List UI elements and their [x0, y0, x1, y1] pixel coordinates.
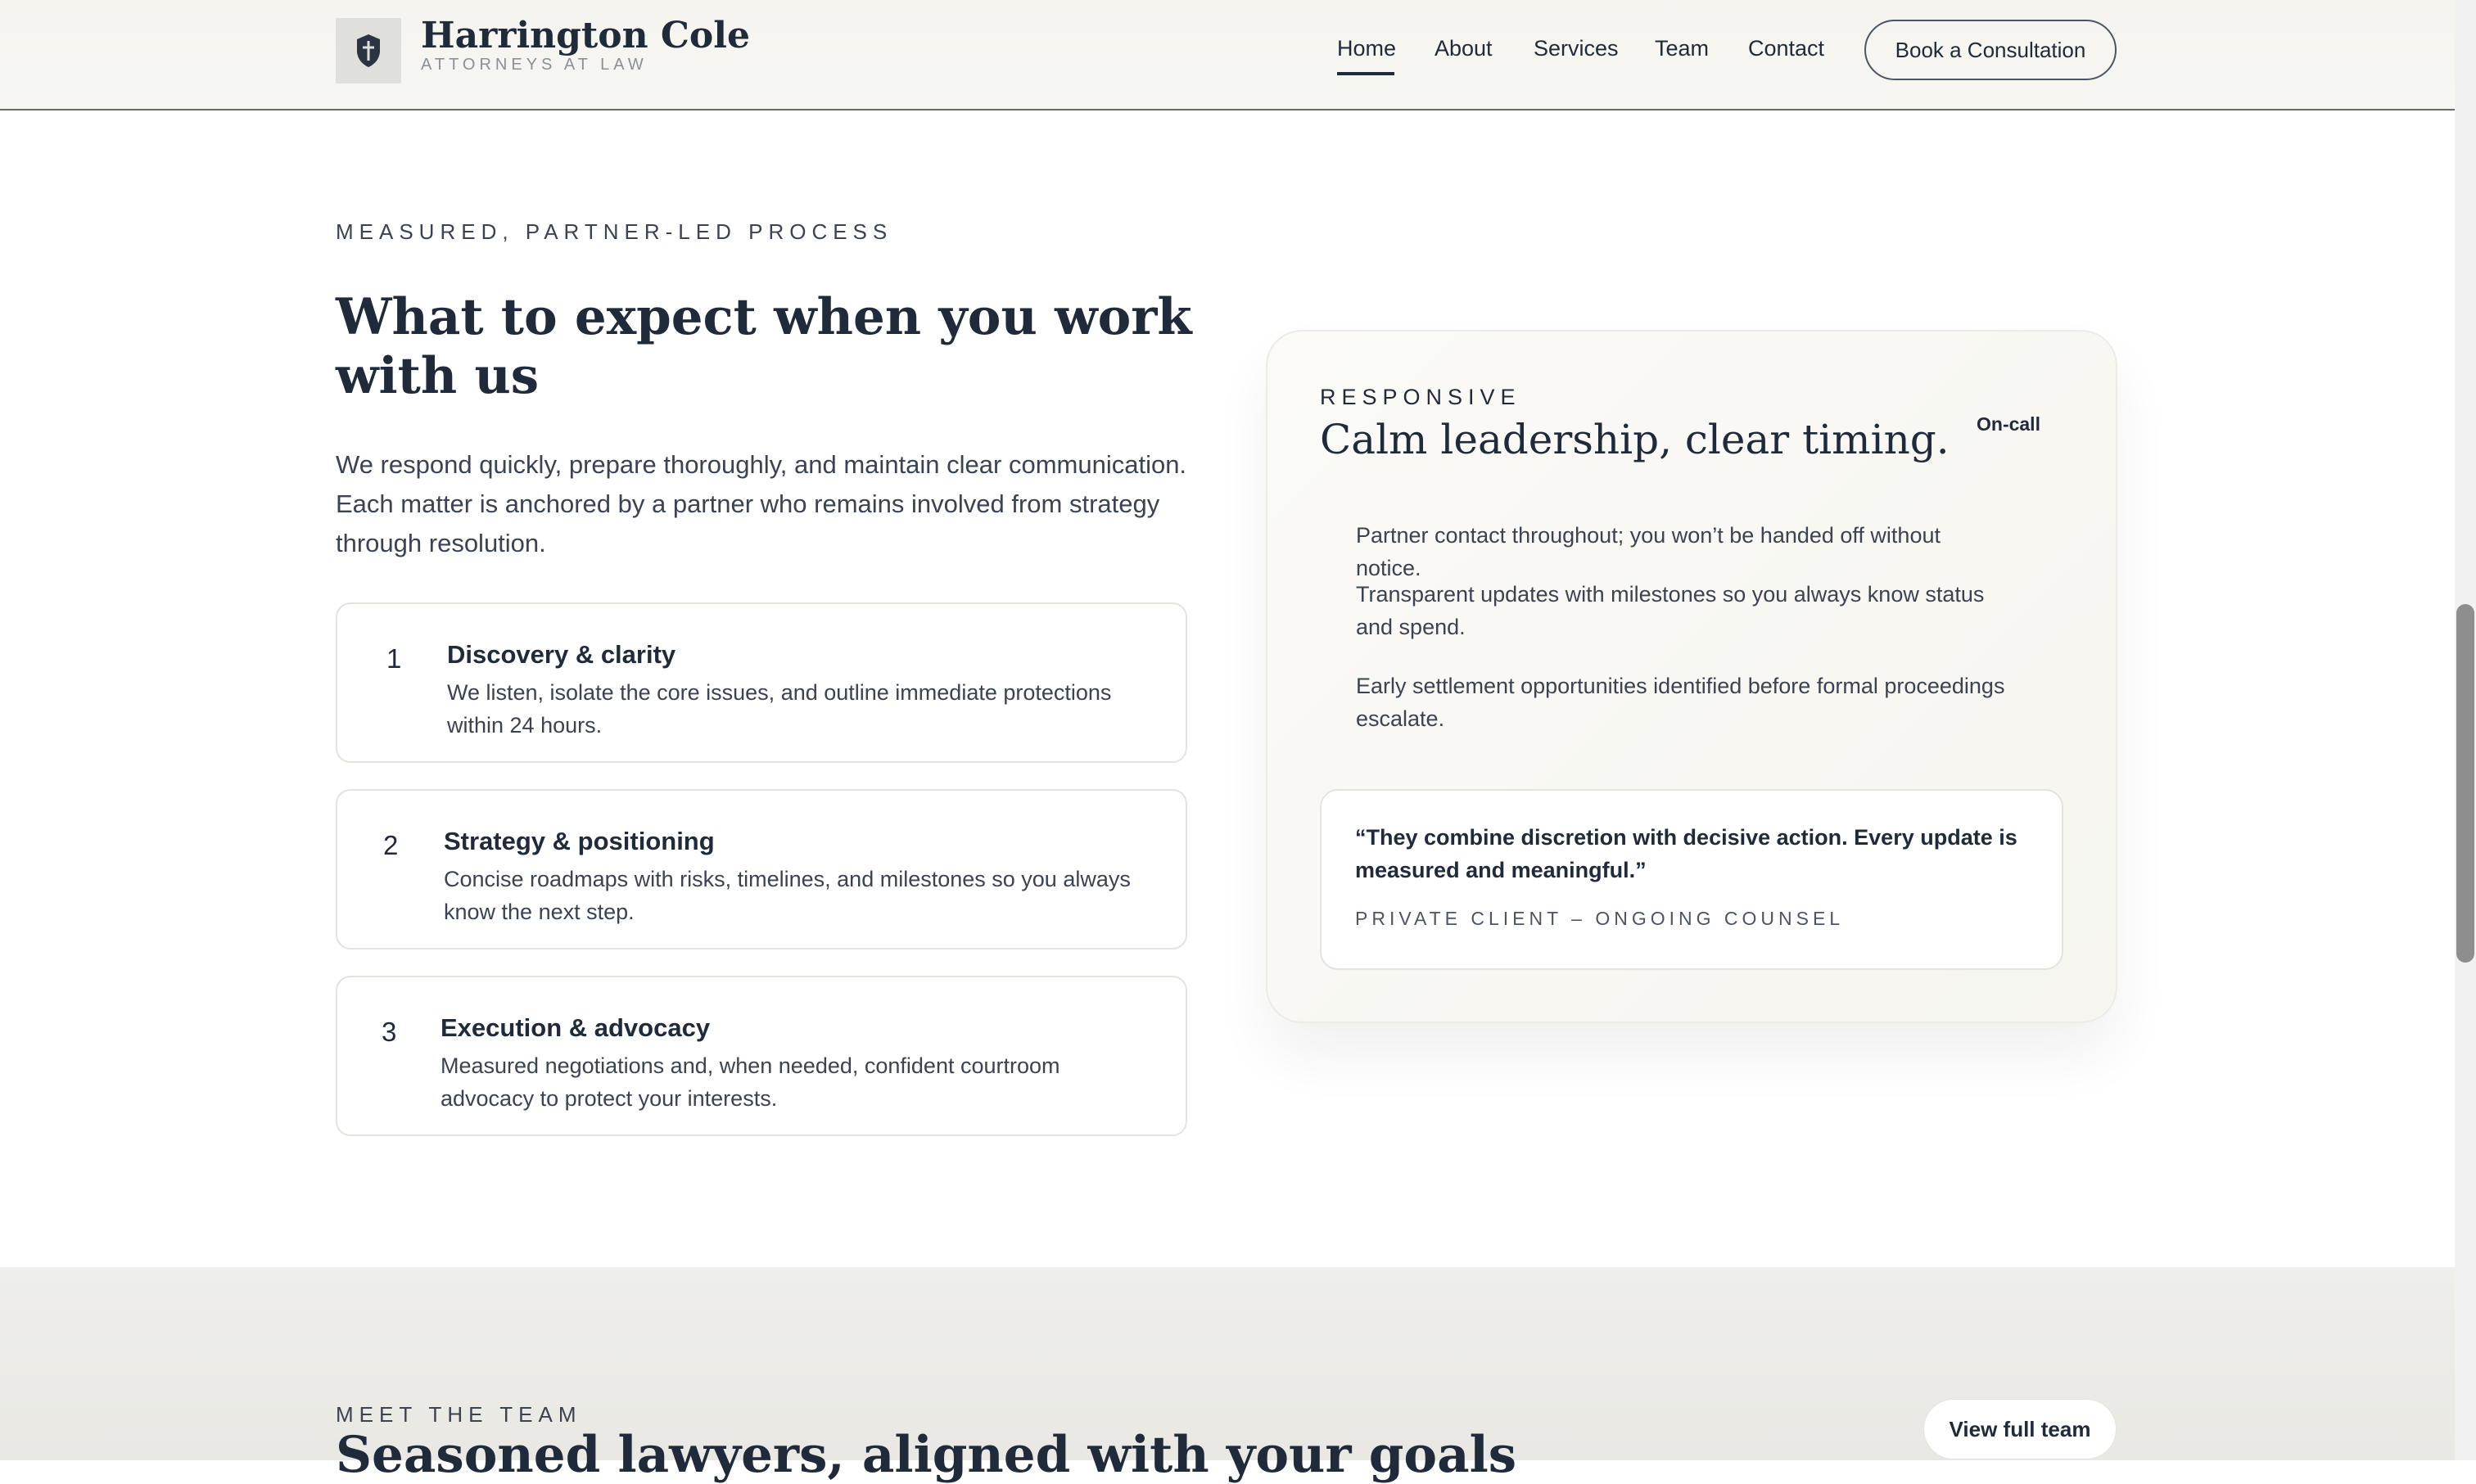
step-body: We listen, isolate the core issues, and …: [447, 680, 1112, 737]
step-body: Concise roadmaps with risks, timelines, …: [444, 867, 1131, 924]
step-number: 2: [383, 830, 399, 860]
card-bullet: Transparent updates with milestones so y…: [1356, 582, 1985, 639]
nav-about[interactable]: About: [1435, 36, 1493, 61]
crest-icon: [357, 34, 380, 67]
view-full-team-button[interactable]: View full team: [1923, 1399, 2117, 1459]
step-number: 3: [382, 1017, 397, 1047]
card-bullet: Partner contact throughout; you won’t be…: [1356, 523, 1941, 580]
step-title: Execution & advocacy: [441, 1013, 711, 1042]
card-eyebrow: RESPONSIVE: [1320, 385, 1521, 409]
process-eyebrow: MEASURED, PARTNER-LED PROCESS: [336, 219, 893, 244]
logo[interactable]: [336, 18, 401, 83]
testimonial-attribution: PRIVATE CLIENT – ONGOING COUNSEL: [1355, 908, 1845, 929]
process-step: 3 Execution & advocacy Measured negotiat…: [336, 976, 1187, 1136]
scrollbar-thumb[interactable]: [2456, 604, 2474, 963]
step-number: 1: [386, 643, 402, 674]
process-title: What to expect when you work with us: [336, 288, 1192, 405]
card-title: Calm leadership, clear timing.: [1320, 416, 1950, 463]
step-title: Strategy & positioning: [444, 827, 715, 855]
process-step: 1 Discovery & clarity We listen, isolate…: [336, 602, 1187, 763]
team-eyebrow: MEET THE TEAM: [336, 1402, 582, 1427]
step-title: Discovery & clarity: [447, 640, 676, 669]
nav-active-indicator: [1337, 72, 1394, 75]
brand-name[interactable]: Harrington Cole: [421, 15, 750, 56]
process-lede: We respond quickly, prepare thoroughly, …: [336, 450, 1187, 557]
brand-tagline: ATTORNEYS AT LAW: [421, 56, 648, 74]
status-badge: On-call: [1977, 413, 2040, 435]
process-step: 2 Strategy & positioning Concise roadmap…: [336, 789, 1187, 949]
testimonial-quote: “They combine discretion with decisive a…: [1355, 825, 2017, 882]
book-consultation-button[interactable]: Book a Consultation: [1864, 20, 2117, 80]
team-title: Seasoned lawyers, aligned with your goal…: [336, 1426, 1517, 1484]
step-body: Measured negotiations and, when needed, …: [441, 1053, 1060, 1111]
card-bullet: Early settlement opportunities identifie…: [1356, 674, 2005, 731]
nav-home[interactable]: Home: [1337, 36, 1396, 61]
nav-services[interactable]: Services: [1534, 36, 1619, 61]
nav-team[interactable]: Team: [1655, 36, 1709, 61]
nav-contact[interactable]: Contact: [1748, 36, 1824, 61]
